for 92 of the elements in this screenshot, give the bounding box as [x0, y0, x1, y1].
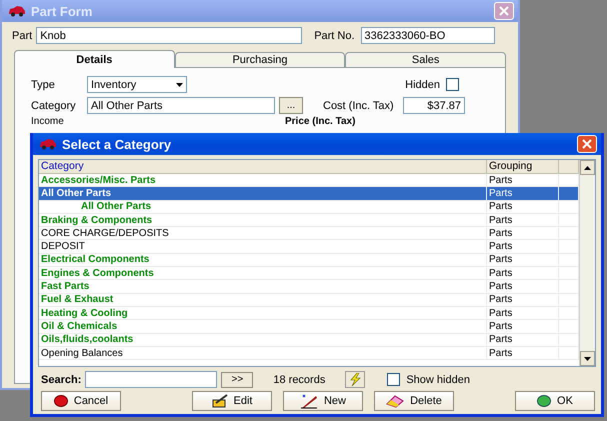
category-name: Braking & Components	[39, 214, 487, 226]
grouping-cell: Parts	[487, 187, 559, 200]
list-row[interactable]: Opening Balances Parts	[39, 346, 579, 360]
close-icon	[582, 139, 592, 149]
field-label: Part	[12, 30, 32, 42]
grouping-cell: Parts	[487, 294, 559, 306]
column-header[interactable]: Grouping	[487, 160, 559, 173]
tab[interactable]: Sales	[345, 52, 506, 68]
grouping-cell: Parts	[487, 346, 559, 360]
pencil-note-icon	[212, 394, 228, 408]
category-name: Accessories/Misc. Parts	[39, 174, 487, 186]
dialog-title: Select a Category	[62, 136, 172, 152]
category-name: All Other Parts	[39, 187, 487, 200]
cost-field[interactable]: $37.87	[403, 97, 465, 114]
grouping-cell: Parts	[487, 214, 559, 226]
lightning-icon	[348, 373, 362, 386]
category-name: Engines & Components	[39, 267, 487, 280]
close-button[interactable]	[494, 2, 514, 20]
list-row[interactable]: DEPOSIT Parts	[39, 240, 579, 254]
close-button[interactable]	[577, 135, 597, 153]
car-icon	[8, 5, 26, 17]
part-number-field[interactable]: 3362333060-BO	[360, 27, 495, 44]
grouping-cell: Parts	[487, 267, 559, 280]
scrollbar[interactable]	[579, 160, 595, 366]
list-row[interactable]: Engines & Components Parts	[39, 267, 579, 280]
delete-button[interactable]: Delete	[374, 391, 454, 411]
grouping-cell: Parts	[487, 334, 559, 346]
pen-sparkle-icon	[300, 394, 318, 408]
category-name: Heating & Cooling	[39, 306, 487, 320]
search-field[interactable]	[85, 371, 218, 388]
window-title: Part Form	[31, 4, 94, 18]
field-label: Income	[31, 116, 65, 126]
field-label: Type	[31, 78, 56, 90]
list-row[interactable]: Oils,fluids,coolants Parts	[39, 334, 579, 347]
go-light-icon	[537, 395, 552, 407]
grouping-cell: Parts	[487, 254, 559, 266]
category-name: Fast Parts	[39, 280, 487, 293]
stop-light-icon	[54, 395, 68, 407]
tab[interactable]: Details	[14, 50, 175, 68]
search-go-button[interactable]: >>	[221, 372, 254, 388]
list-row[interactable]: All Other Parts Parts	[39, 200, 579, 214]
eraser-icon	[386, 394, 404, 408]
category-name: Opening Balances	[39, 346, 487, 360]
category-name: Oils,fluids,coolants	[39, 334, 487, 346]
category-field[interactable]: All Other Parts	[87, 97, 275, 114]
scroll-down-icon	[584, 356, 591, 360]
search-label: Search:	[41, 374, 82, 386]
new-button[interactable]: New	[283, 391, 363, 411]
grouping-cell: Parts	[487, 240, 559, 253]
hidden-checkbox[interactable]	[446, 78, 459, 91]
scroll-up-icon	[584, 166, 591, 170]
category-name: Oil & Chemicals	[39, 320, 487, 333]
list-row[interactable]: Fuel & Exhaust Parts	[39, 294, 579, 307]
list-row[interactable]: CORE CHARGE/DEPOSITS Parts	[39, 227, 579, 240]
close-icon	[499, 6, 509, 16]
browse-button[interactable]: ...	[279, 97, 303, 114]
category-name: Electrical Components	[39, 254, 487, 266]
dropdown-arrow-icon	[176, 82, 183, 86]
grouping-cell: Parts	[487, 174, 559, 186]
grouping-cell: Parts	[487, 306, 559, 320]
column-header[interactable]: Category	[39, 160, 487, 173]
cancel-button[interactable]: Cancel	[41, 391, 121, 411]
list-row[interactable]: Electrical Components Parts	[39, 254, 579, 268]
category-name: All Other Parts	[39, 200, 487, 213]
grouping-cell: Parts	[487, 227, 559, 240]
category-name: CORE CHARGE/DEPOSITS	[39, 227, 487, 240]
section-heading: Price (Inc. Tax)	[285, 116, 356, 126]
part-field[interactable]: Knob	[36, 27, 302, 44]
list-row[interactable]: Fast Parts Parts	[39, 280, 579, 294]
field-label: Part No.	[314, 30, 355, 42]
list-row[interactable]: All Other Parts Parts	[39, 187, 579, 201]
grouping-cell: Parts	[487, 280, 559, 293]
edit-button[interactable]: Edit	[192, 391, 272, 411]
lightning-button[interactable]	[345, 371, 366, 388]
list-row[interactable]: Heating & Cooling Parts	[39, 306, 579, 320]
list-row[interactable]: Braking & Components Parts	[39, 214, 579, 228]
type-dropdown[interactable]: Inventory	[87, 76, 187, 93]
show-hidden-checkbox[interactable]	[387, 373, 400, 386]
grouping-cell: Parts	[487, 320, 559, 333]
list-row[interactable]: Oil & Chemicals Parts	[39, 320, 579, 334]
car-icon	[39, 138, 57, 150]
category-name: DEPOSIT	[39, 240, 487, 253]
field-label: Hidden	[405, 78, 440, 90]
checkbox-label: Show hidden	[406, 374, 470, 386]
grouping-cell: Parts	[487, 200, 559, 213]
field-label: Cost (Inc. Tax)	[323, 100, 395, 112]
record-count: 18 records	[273, 374, 326, 386]
category-name: Fuel & Exhaust	[39, 294, 487, 306]
list-row[interactable]: Accessories/Misc. Parts Parts	[39, 174, 579, 188]
field-label: Category	[31, 100, 77, 112]
ok-button[interactable]: OK	[515, 391, 595, 411]
tab[interactable]: Purchasing	[174, 52, 346, 68]
